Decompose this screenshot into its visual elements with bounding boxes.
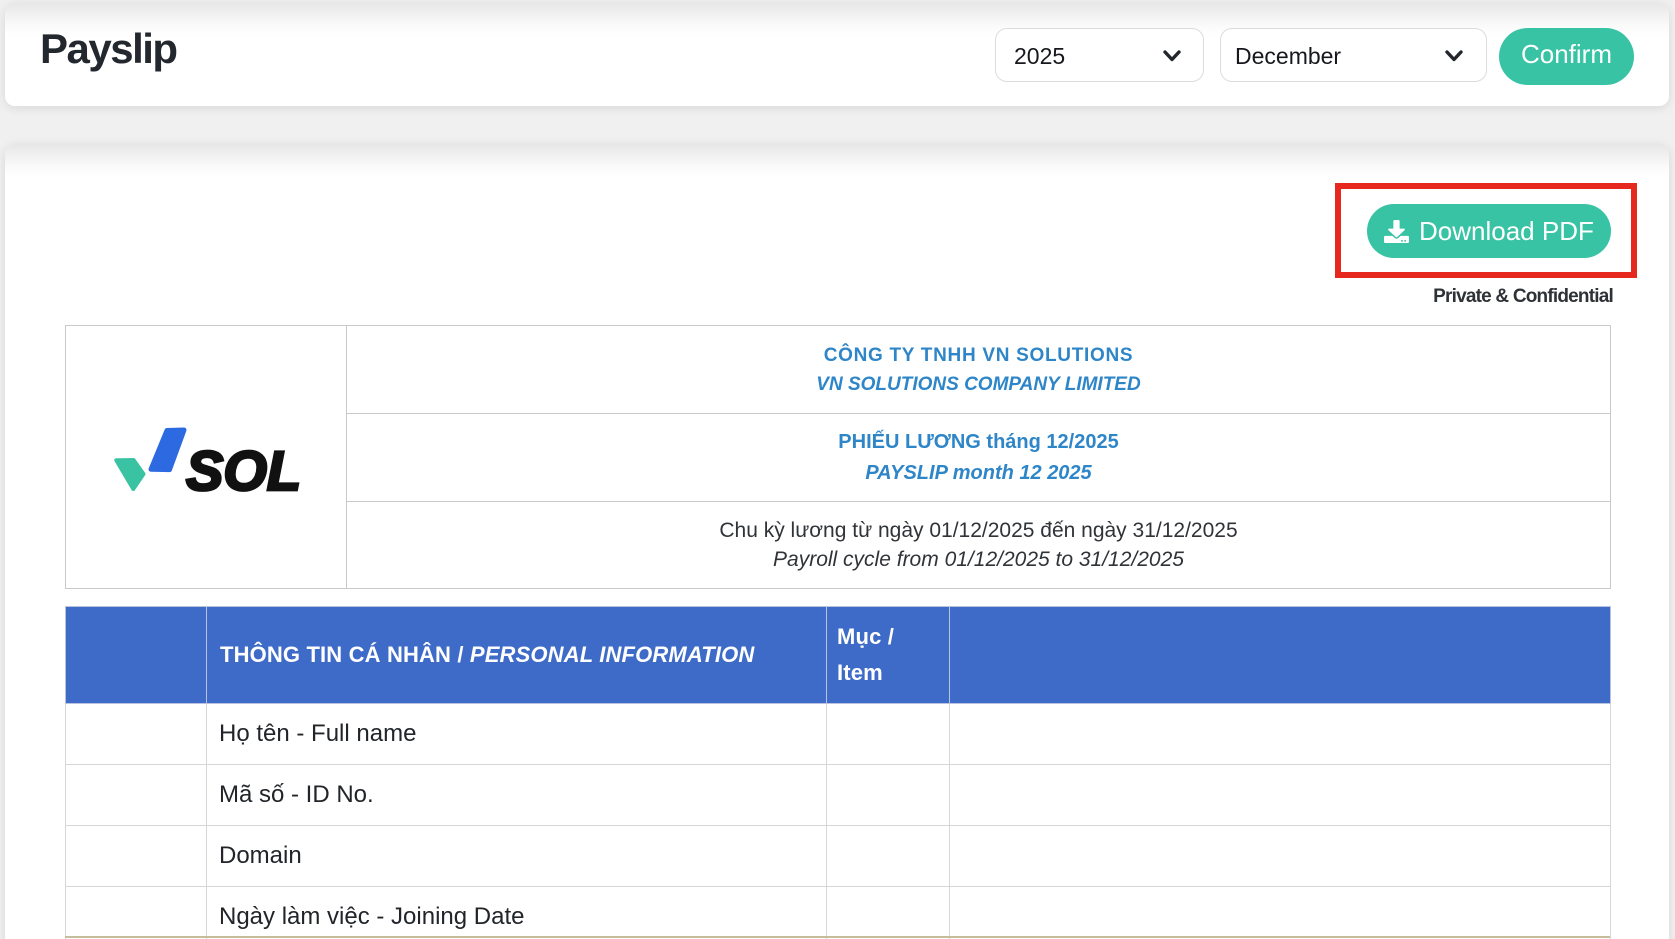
svg-text:SOL: SOL <box>186 439 301 495</box>
